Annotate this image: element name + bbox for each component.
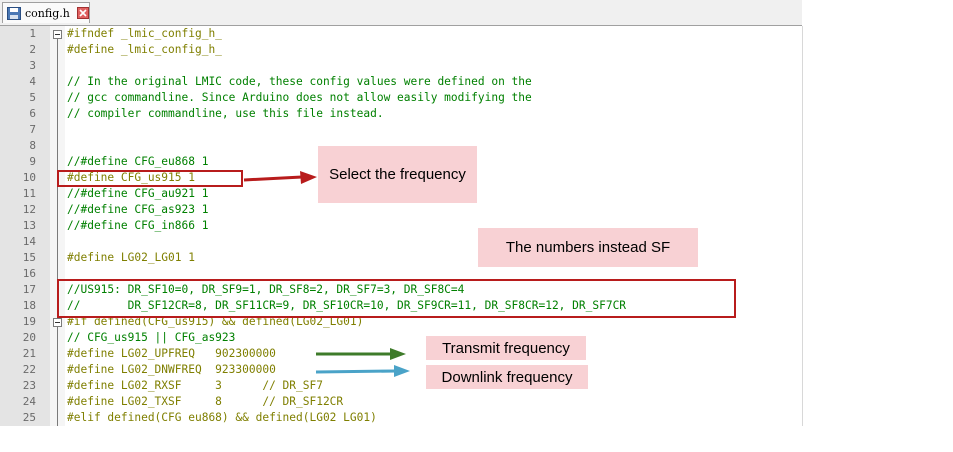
code-line[interactable]: //#define CFG_au921 1	[67, 186, 208, 202]
line-number: 19	[22, 315, 36, 328]
tab-config-h[interactable]: config.h	[2, 2, 90, 23]
code-line[interactable]: // gcc commandline. Since Arduino does n…	[67, 90, 532, 106]
callout-select-frequency: Select the frequency	[318, 146, 477, 203]
line-number: 23	[22, 379, 36, 392]
code-line[interactable]: #ifndef _lmic_config_h_	[67, 26, 222, 42]
tab-bar: config.h	[0, 0, 802, 26]
line-number: 10	[22, 171, 36, 184]
code-line[interactable]: #define LG02_UPFREQ 902300000	[67, 346, 276, 362]
line-number: 17	[22, 283, 36, 296]
highlight-box-frequency-define	[57, 170, 243, 187]
arrow-red-icon	[243, 171, 317, 184]
arrow-green-icon	[316, 348, 406, 360]
fold-line	[57, 327, 58, 426]
line-number: 5	[29, 91, 36, 104]
callout-transmit-frequency: Transmit frequency	[426, 336, 586, 360]
line-number: 6	[29, 107, 36, 120]
close-icon[interactable]	[77, 7, 89, 19]
code-line[interactable]: //#define CFG_as923 1	[67, 202, 208, 218]
code-line[interactable]: // compiler commandline, use this file i…	[67, 106, 384, 122]
line-number: 9	[29, 155, 36, 168]
code-line[interactable]: #elif defined(CFG eu868) && defined(LG02…	[67, 410, 377, 426]
line-number: 15	[22, 251, 36, 264]
line-number: 2	[29, 43, 36, 56]
line-number: 20	[22, 331, 36, 344]
arrow-blue-icon	[315, 365, 410, 377]
code-line[interactable]: // In the original LMIC code, these conf…	[67, 74, 532, 90]
line-number: 21	[22, 347, 36, 360]
code-line[interactable]: //#define CFG_in866 1	[67, 218, 208, 234]
code-line[interactable]: #define _lmic_config_h_	[67, 42, 222, 58]
fold-toggle-icon[interactable]	[53, 30, 62, 39]
line-number: 14	[22, 235, 36, 248]
line-number: 8	[29, 139, 36, 152]
code-line[interactable]: //#define CFG_eu868 1	[67, 154, 208, 170]
code-line[interactable]: #define LG02_RXSF 3 // DR_SF7	[67, 378, 323, 394]
callout-downlink-frequency: Downlink frequency	[426, 365, 588, 389]
line-number: 12	[22, 203, 36, 216]
line-number: 18	[22, 299, 36, 312]
callout-numbers-instead-sf: The numbers instead SF	[478, 228, 698, 267]
line-number: 22	[22, 363, 36, 376]
line-number: 4	[29, 75, 36, 88]
line-number: 13	[22, 219, 36, 232]
code-line[interactable]: #define LG02_TXSF 8 // DR_SF12CR	[67, 394, 343, 410]
tab-label: config.h	[25, 7, 70, 20]
code-line[interactable]: #define LG02_DNWFREQ 923300000	[67, 362, 276, 378]
line-number: 7	[29, 123, 36, 136]
code-line[interactable]: #define LG02_LG01 1	[67, 250, 195, 266]
line-number: 1	[29, 27, 36, 40]
code-line[interactable]: // CFG_us915 || CFG_as923	[67, 330, 235, 346]
line-number: 11	[22, 187, 36, 200]
line-number: 3	[29, 59, 36, 72]
fold-toggle-icon[interactable]	[53, 318, 62, 327]
line-number: 24	[22, 395, 36, 408]
save-icon	[7, 7, 21, 20]
line-number: 16	[22, 267, 36, 280]
highlight-box-sf-table	[57, 279, 736, 318]
line-number: 25	[22, 411, 36, 424]
